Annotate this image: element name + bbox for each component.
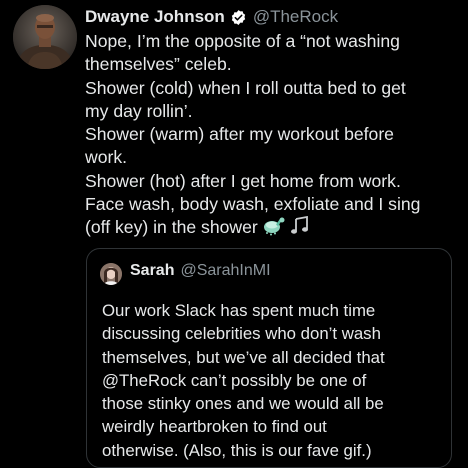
quoted-text-line: weirdly heartbroken to find out: [102, 417, 327, 437]
tweet-header: Dwayne Johnson @TheRock: [85, 4, 338, 30]
author-handle[interactable]: @TheRock: [253, 7, 338, 27]
tweet-text-line: work.: [85, 147, 128, 168]
quoted-author-avatar[interactable]: [100, 263, 122, 285]
tweet-text-line: Face wash, body wash, exfoliate and I si…: [85, 194, 421, 215]
tweet-text-line: my day rollin’.: [85, 100, 193, 121]
shower-emoji-icon: [263, 216, 285, 242]
tweet-text-line: Shower (cold) when I roll outta bed to g…: [85, 77, 406, 98]
quoted-text-line: Our work Slack has spent much time: [102, 301, 376, 320]
author-avatar[interactable]: [13, 5, 77, 69]
tweet-text-line-last: (off key) in the shower: [85, 216, 460, 242]
quoted-text-line: discussing celebrities who don’t wash: [102, 324, 381, 344]
quoted-text-line: those stinky ones and we would all be: [102, 394, 384, 414]
author-name[interactable]: Dwayne Johnson: [85, 7, 225, 27]
quoted-text-line: otherwise. (Also, this is our fave gif.): [102, 440, 372, 460]
quoted-tweet-text: Our work Slack has spent much time discu…: [102, 299, 447, 462]
quoted-text-line: @TheRock can’t possibly be one of: [102, 370, 367, 390]
quoted-tweet-header: Sarah @SarahInMI: [130, 262, 271, 280]
verified-badge-icon: [230, 9, 247, 26]
tweet: Dwayne Johnson @TheRock Nope, I’m the op…: [0, 0, 468, 468]
tweet-text-line: Shower (warm) after my workout before: [85, 124, 394, 145]
quoted-tweet-card[interactable]: Sarah @SarahInMI Our work Slack has spen…: [86, 248, 452, 468]
tweet-text-line: Shower (hot) after I get home from work.: [85, 170, 401, 191]
quoted-avatar-photo-icon: [100, 263, 122, 285]
tweet-text-line: Nope, I’m the opposite of a “not washing: [85, 31, 400, 51]
musical-notes-icon: [290, 216, 310, 242]
tweet-text-line: themselves” celeb.: [85, 54, 232, 75]
quoted-author-name[interactable]: Sarah: [130, 262, 174, 280]
tweet-text-line-content: (off key) in the shower: [85, 217, 258, 238]
avatar-photo-icon: [13, 5, 77, 69]
quoted-text-line: themselves, but we’ve all decided that: [102, 347, 385, 367]
tweet-text: Nope, I’m the opposite of a “not washing…: [85, 30, 460, 243]
quoted-author-handle[interactable]: @SarahInMI: [180, 262, 270, 280]
